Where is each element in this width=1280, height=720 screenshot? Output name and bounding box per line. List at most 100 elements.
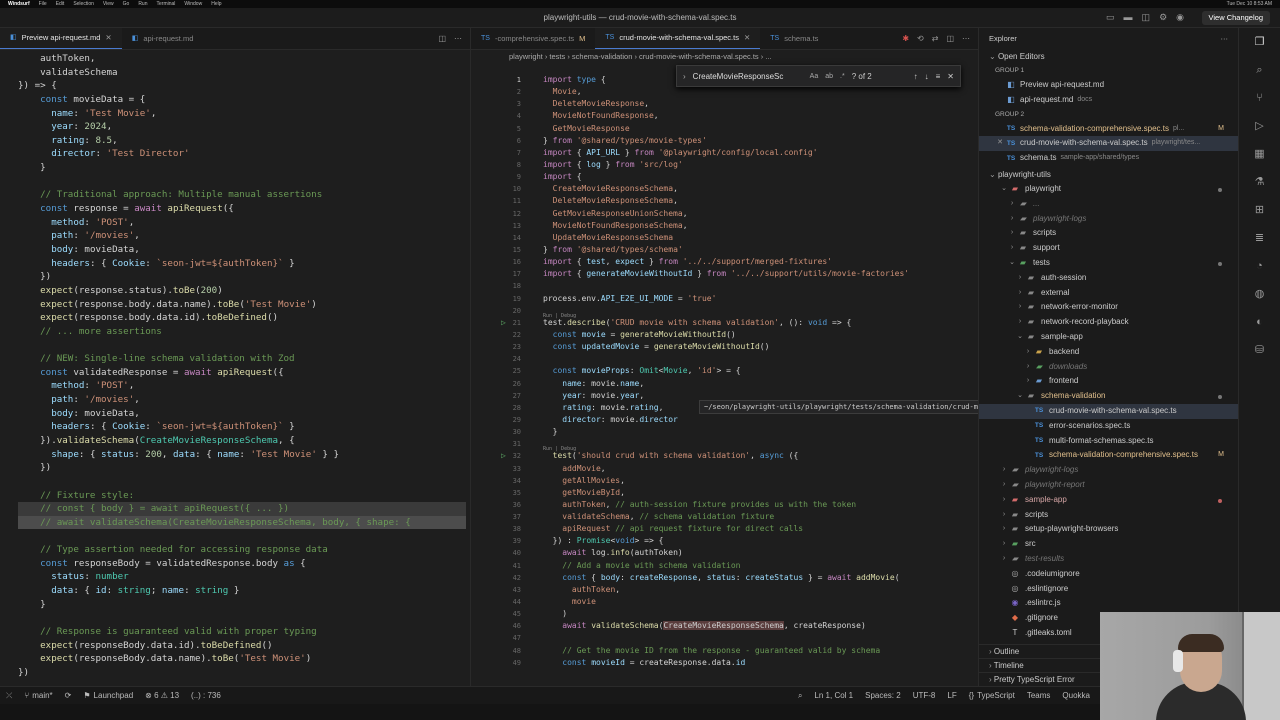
editor-tab[interactable]: ◧ api-request.md bbox=[122, 28, 204, 49]
extensions-icon[interactable]: ▦ bbox=[1239, 140, 1280, 168]
line-number[interactable]: 38 bbox=[471, 523, 535, 535]
left-code-view[interactable]: authToken, validateSchema}) => { const m… bbox=[18, 52, 466, 679]
view-changelog-button[interactable]: View Changelog bbox=[1201, 11, 1270, 25]
more-actions-icon[interactable]: ⋯ bbox=[962, 34, 970, 43]
tree-folder[interactable]: ⌄ ▰ tests bbox=[979, 256, 1238, 271]
line-number[interactable]: 6 bbox=[471, 135, 535, 147]
line-number[interactable]: 20 bbox=[471, 305, 535, 317]
sync-icon[interactable]: ⟳ bbox=[59, 691, 78, 700]
close-icon[interactable]: ✕ bbox=[105, 28, 111, 49]
line-number[interactable]: 1 bbox=[471, 74, 535, 86]
match-case-toggle[interactable]: Aa bbox=[810, 73, 819, 80]
menu-window[interactable]: Window bbox=[184, 1, 202, 7]
files-icon[interactable]: ❐ bbox=[1239, 28, 1280, 56]
line-number[interactable]: 2 bbox=[471, 86, 535, 98]
tree-folder[interactable]: › ▰... bbox=[979, 197, 1238, 212]
git-branch[interactable]: ⑂ main* bbox=[18, 691, 58, 700]
line-number[interactable]: 23 bbox=[471, 341, 535, 353]
line-number[interactable]: 13 bbox=[471, 220, 535, 232]
line-number[interactable]: 24 bbox=[471, 353, 535, 365]
search-icon[interactable]: ⌕ bbox=[1239, 56, 1280, 84]
github-icon[interactable]: ◐ bbox=[1239, 308, 1280, 336]
chrome-icon[interactable]: ◍ bbox=[1239, 280, 1280, 308]
editor-tab[interactable]: TS -comprehensive.spec.ts M bbox=[471, 28, 595, 49]
tree-folder[interactable]: › ▰ scripts bbox=[979, 508, 1238, 523]
problems-indicator[interactable]: ⊗ 6 ⚠ 13 bbox=[139, 691, 185, 700]
tree-folder[interactable]: › ▰ auth-session bbox=[979, 271, 1238, 286]
line-number[interactable]: 9 bbox=[471, 171, 535, 183]
line-number[interactable]: 40 bbox=[471, 547, 535, 559]
arrow-down-icon[interactable]: ↓ bbox=[925, 72, 929, 81]
arrow-up-icon[interactable]: ↑ bbox=[914, 72, 918, 81]
line-number[interactable]: 32 ▷ bbox=[471, 450, 535, 462]
menubar-app-name[interactable]: Windsurf bbox=[8, 1, 30, 7]
chevron-right-icon[interactable]: › bbox=[683, 72, 686, 81]
close-icon[interactable]: ✕ bbox=[947, 72, 954, 81]
tree-file[interactable]: TS error-scenarios.spec.ts bbox=[979, 419, 1238, 434]
line-number[interactable]: 43 bbox=[471, 584, 535, 596]
line-number[interactable]: 10 bbox=[471, 183, 535, 195]
line-number[interactable]: 29 bbox=[471, 414, 535, 426]
line-number[interactable]: 27 bbox=[471, 390, 535, 402]
line-number[interactable]: 39 bbox=[471, 535, 535, 547]
line-number[interactable]: 31 bbox=[471, 438, 535, 450]
language-mode[interactable]: {} TypeScript bbox=[963, 691, 1021, 700]
menu-file[interactable]: File bbox=[39, 1, 47, 7]
line-number[interactable]: 4 bbox=[471, 110, 535, 122]
timeline-icon[interactable]: ◔ bbox=[1239, 252, 1280, 280]
tree-folder[interactable]: › ▰ scripts bbox=[979, 226, 1238, 241]
tree-folder[interactable]: › ▰ frontend bbox=[979, 374, 1238, 389]
settings-icon[interactable]: ⚙ bbox=[1159, 12, 1167, 23]
run-debug-codelens[interactable]: Run | Debug bbox=[543, 310, 576, 322]
match-word-toggle[interactable]: ab bbox=[825, 73, 833, 80]
run-debug-icon[interactable]: ▷ bbox=[1239, 112, 1280, 140]
run-test-icon[interactable]: ▷ bbox=[501, 317, 506, 329]
open-editor-item[interactable]: TS schema.ts sample-app/shared/types bbox=[979, 151, 1238, 166]
line-number[interactable]: 8 bbox=[471, 159, 535, 171]
account-icon[interactable]: ◉ bbox=[1176, 12, 1184, 23]
close-icon[interactable]: ✕ bbox=[995, 136, 1005, 151]
line-number[interactable]: 49 bbox=[471, 657, 535, 669]
open-editor-item[interactable]: ◧ api-request.md docs bbox=[979, 93, 1238, 108]
line-number[interactable]: 21 ▷ bbox=[471, 317, 535, 329]
tree-folder[interactable]: › ▰ setup-playwright-browsers bbox=[979, 522, 1238, 537]
line-number[interactable]: 25 bbox=[471, 365, 535, 377]
line-number[interactable]: 36 bbox=[471, 499, 535, 511]
tree-file[interactable]: ◉ .eslintrc.js bbox=[979, 596, 1238, 611]
split-editor-icon[interactable]: ◫ bbox=[438, 34, 446, 43]
database-icon[interactable]: ⛁ bbox=[1239, 336, 1280, 364]
line-number[interactable]: 34 bbox=[471, 475, 535, 487]
open-editor-item[interactable]: ✕ TS crud-movie-with-schema-val.spec.ts pla… bbox=[979, 136, 1238, 152]
line-number[interactable]: 15 bbox=[471, 244, 535, 256]
open-editor-item[interactable]: ◧ Preview api-request.md bbox=[979, 78, 1238, 93]
line-number[interactable]: 47 bbox=[471, 632, 535, 644]
find-input[interactable]: CreateMovieResponseSc bbox=[693, 72, 803, 81]
toggle-sidebar-icon[interactable]: ▭ bbox=[1106, 12, 1115, 23]
project-root-section[interactable]: ⌄ playwright-utils bbox=[979, 168, 1238, 182]
menu-go[interactable]: Go bbox=[123, 1, 130, 7]
tree-folder[interactable]: › ▰ downloads bbox=[979, 360, 1238, 375]
line-number[interactable]: 26 bbox=[471, 378, 535, 390]
tree-folder[interactable]: › ▰ network-record-playback bbox=[979, 315, 1238, 330]
line-number[interactable]: 11 bbox=[471, 195, 535, 207]
regex-toggle[interactable]: .* bbox=[840, 73, 845, 80]
menu-help[interactable]: Help bbox=[211, 1, 221, 7]
line-number[interactable]: 18 bbox=[471, 280, 535, 292]
indentation[interactable]: Spaces: 2 bbox=[859, 691, 907, 700]
selection-info[interactable]: (..) : 736 bbox=[185, 691, 227, 700]
line-number[interactable]: 7 bbox=[471, 147, 535, 159]
tree-folder[interactable]: › ▰ playwright-logs bbox=[979, 212, 1238, 227]
more-actions-icon[interactable]: ⋯ bbox=[1221, 28, 1239, 50]
menu-edit[interactable]: Edit bbox=[56, 1, 65, 7]
line-number[interactable]: 48 bbox=[471, 645, 535, 657]
line-number[interactable]: 30 bbox=[471, 426, 535, 438]
tree-folder[interactable]: › ▰ support bbox=[979, 241, 1238, 256]
editor-tab[interactable]: ◧ Preview api-request.md ✕ bbox=[0, 28, 122, 49]
split-editor-icon[interactable]: ◫ bbox=[946, 34, 954, 43]
editor-tab[interactable]: TS schema.ts bbox=[760, 28, 828, 49]
line-number[interactable]: 44 bbox=[471, 596, 535, 608]
line-number[interactable]: 35 bbox=[471, 487, 535, 499]
tree-file[interactable]: ◎ .eslintignore bbox=[979, 582, 1238, 597]
source-control-icon[interactable]: ⑂ bbox=[1239, 84, 1280, 112]
breadcrumb[interactable]: playwright › tests › schema-validation ›… bbox=[471, 50, 978, 64]
